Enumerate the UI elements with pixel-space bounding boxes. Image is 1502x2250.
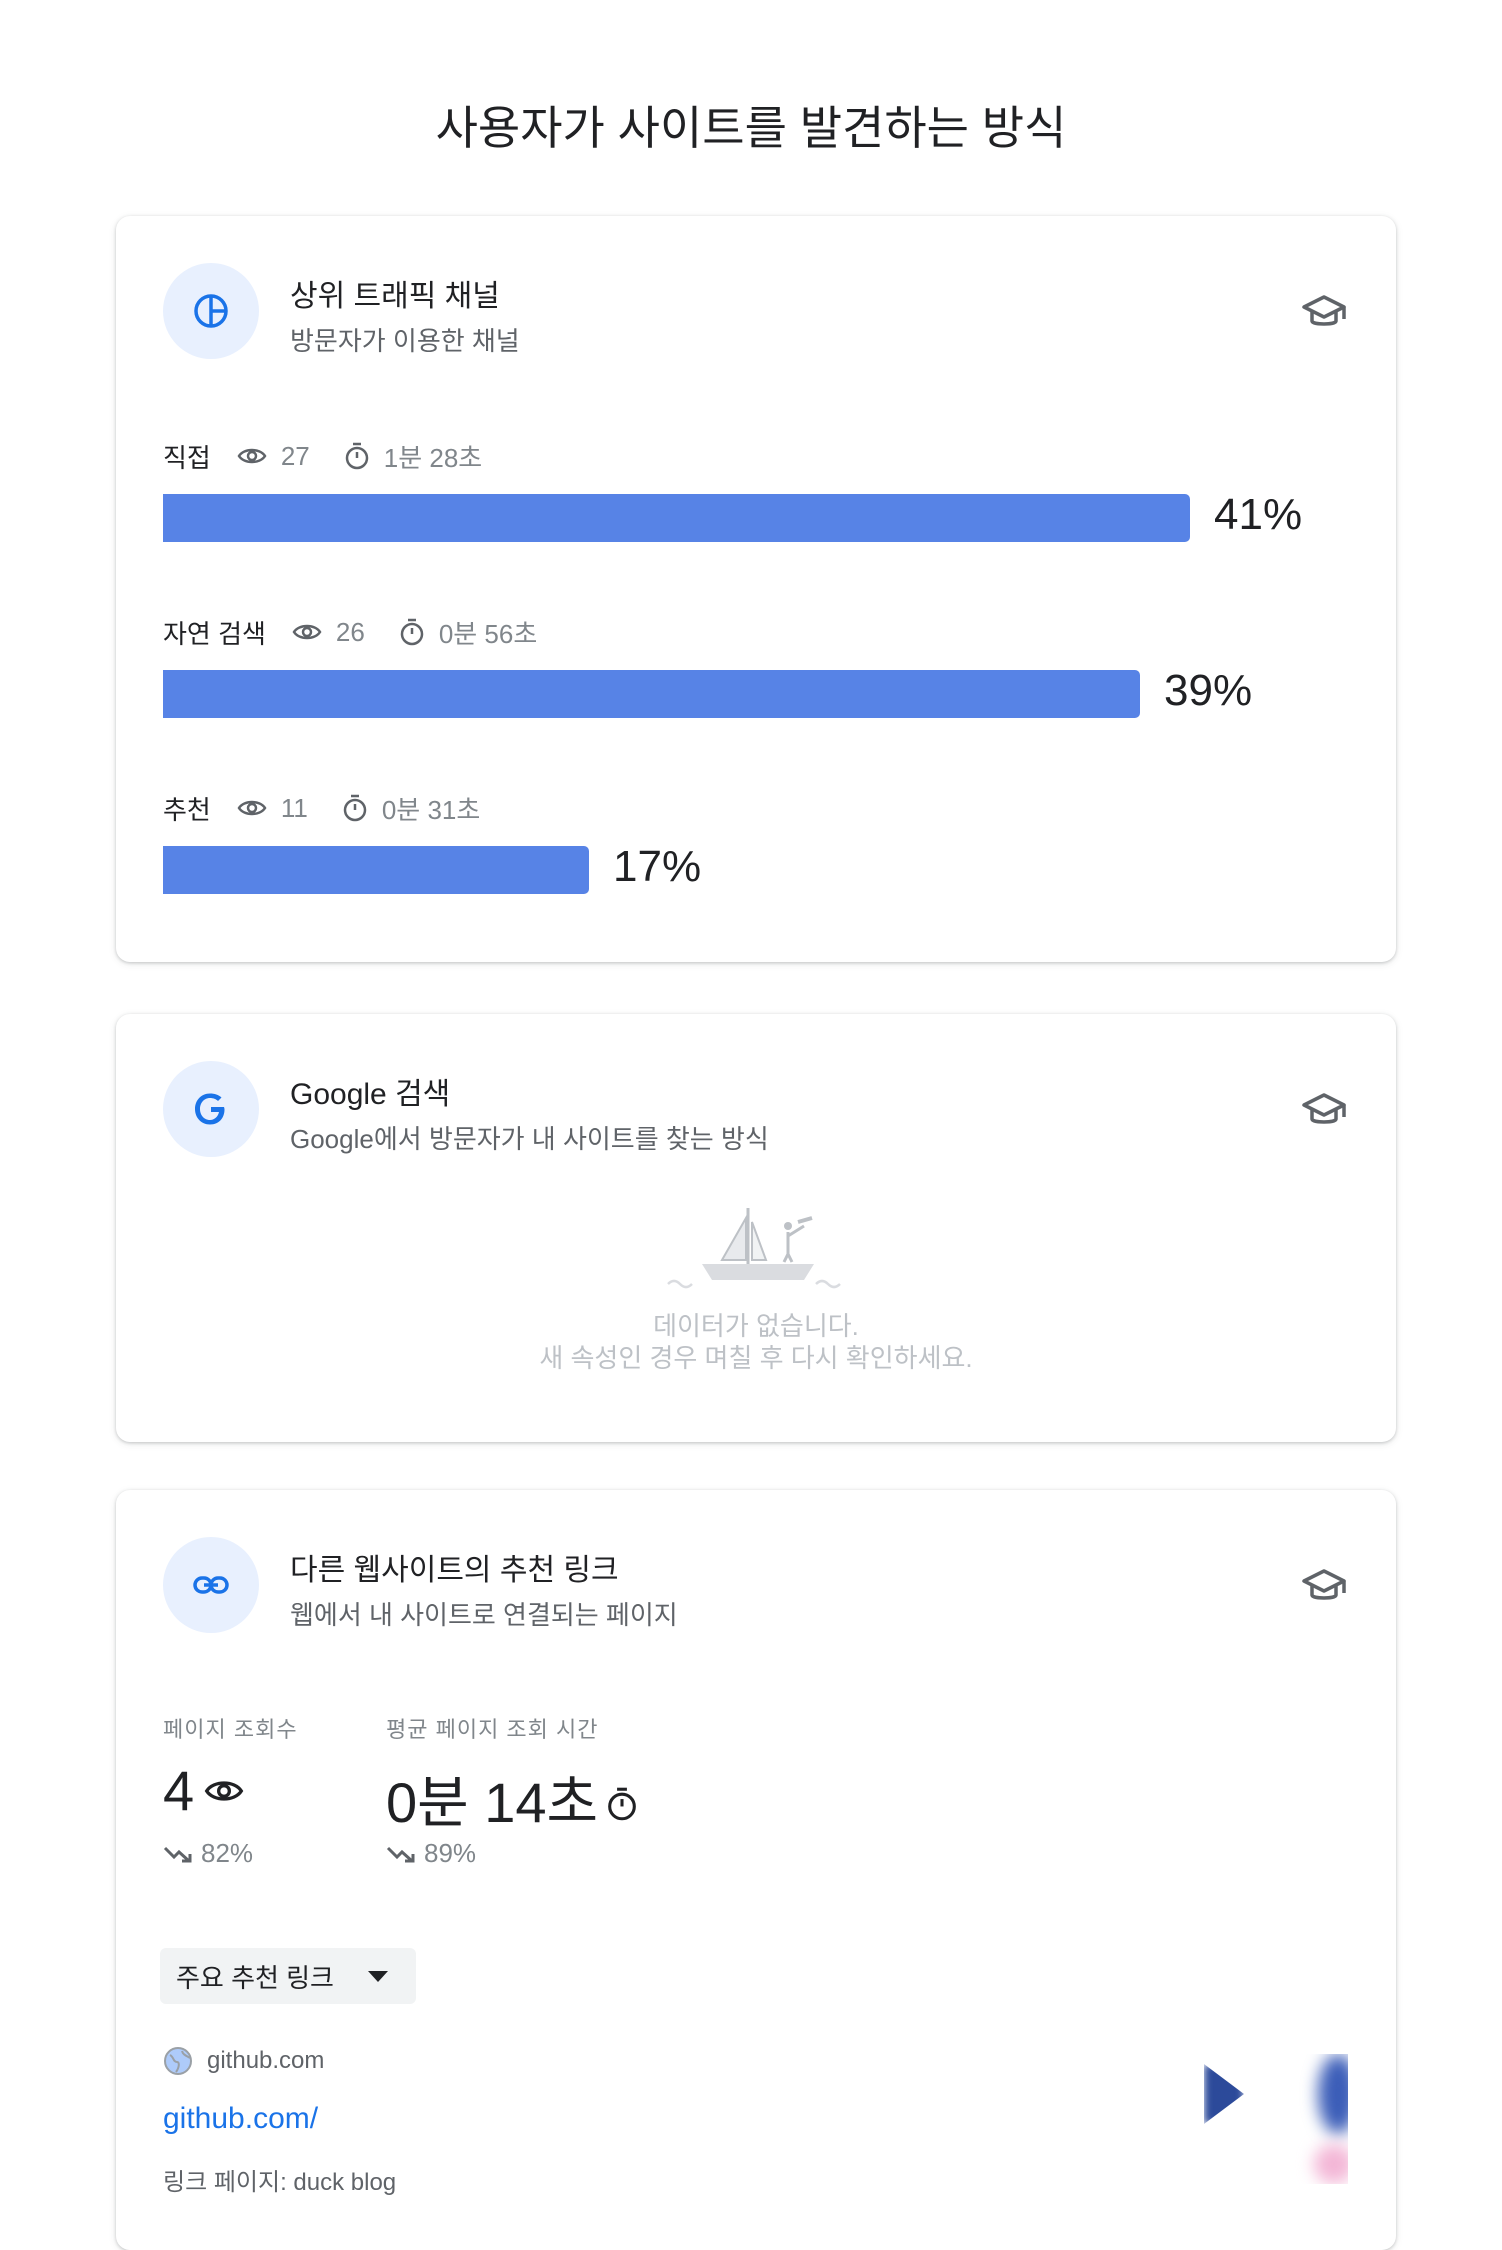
link-icon: [163, 1537, 259, 1633]
views-count: 26: [335, 616, 365, 647]
card-title: 상위 트래픽 채널: [290, 280, 500, 313]
card-header: 다른 웹사이트의 추천 링크 웹에서 내 사이트로 연결되는 페이지: [163, 1537, 1356, 1633]
traffic-channels-card: 상위 트래픽 채널 방문자가 이용한 채널 직접 27 1분 28초 41% 자…: [116, 216, 1396, 962]
channel-bar-fill: [163, 670, 1140, 718]
stopwatch-icon: [345, 442, 369, 470]
card-subtitle: Google에서 방문자가 내 사이트를 찾는 방식: [290, 1124, 769, 1154]
empty-state-message: 데이터가 없습니다. 새 속성인 경우 며칠 후 다시 확인하세요.: [116, 1310, 1396, 1374]
card-subtitle: 웹에서 내 사이트로 연결되는 페이지: [290, 1600, 678, 1630]
views-stat: 11: [237, 793, 308, 824]
card-title: Google 검색: [290, 1078, 451, 1111]
stopwatch-icon: [343, 794, 367, 822]
pie-chart-icon: [163, 263, 259, 359]
pageviews-trend: 82%: [163, 1838, 253, 1869]
graduation-cap-icon[interactable]: [1300, 1087, 1348, 1135]
stopwatch-icon: [608, 1787, 636, 1820]
time-stat: 0분 56초: [399, 614, 537, 651]
channel-referral: 추천 11 0분 31초 17%: [163, 790, 1349, 910]
channel-percent: 41%: [1214, 490, 1303, 539]
globe-icon: [164, 2047, 192, 2075]
channel-name: 자연 검색: [163, 618, 266, 649]
eye-icon: [237, 800, 267, 816]
pageviews-label: 페이지 조회수: [163, 1717, 298, 1742]
dropdown-label: 주요 추천 링크: [176, 1962, 334, 1993]
pageviews-number: 4: [163, 1759, 195, 1822]
channel-bar-fill: [163, 494, 1190, 542]
card-header: Google 검색 Google에서 방문자가 내 사이트를 찾는 방식: [163, 1061, 1356, 1157]
graduation-cap-icon[interactable]: [1300, 289, 1348, 337]
channel-percent: 39%: [1164, 666, 1253, 715]
views-count: 27: [280, 440, 310, 471]
pageviews-trend-value: 82%: [201, 1838, 254, 1868]
views-stat: 27: [237, 441, 310, 472]
empty-state-line: 데이터가 없습니다.: [653, 1311, 859, 1341]
views-count: 11: [280, 792, 308, 823]
trending-down-icon: [386, 1846, 415, 1862]
channel-bar-fill: [163, 846, 589, 894]
channel-stats: 추천 11 0분 31초: [163, 790, 480, 826]
avg-time-value: 0분 14초: [386, 1758, 638, 1839]
eye-icon: [204, 1780, 244, 1801]
empty-state-hint: 새 속성인 경우 며칠 후 다시 확인하세요.: [539, 1343, 973, 1373]
stopwatch-icon: [400, 618, 424, 646]
referral-links-card: 다른 웹사이트의 추천 링크 웹에서 내 사이트로 연결되는 페이지 페이지 조…: [116, 1490, 1396, 2250]
channel-stats: 직접 27 1분 28초: [163, 438, 482, 474]
avg-time-trend-value: 89%: [424, 1838, 477, 1868]
channel-direct: 직접 27 1분 28초 41%: [163, 438, 1349, 558]
top-referrals-dropdown[interactable]: 주요 추천 링크: [160, 1948, 416, 2004]
time-stat: 1분 28초: [344, 438, 482, 475]
referral-domain: github.com: [163, 2046, 324, 2076]
eye-icon: [237, 448, 267, 464]
trending-down-icon: [163, 1846, 192, 1862]
channel-percent: 17%: [613, 842, 702, 891]
page-title: 사용자가 사이트를 발견하는 방식: [435, 102, 1067, 154]
avg-time: 0분 56초: [438, 618, 538, 649]
google-search-card: Google 검색 Google에서 방문자가 내 사이트를 찾는 방식 데이터…: [116, 1014, 1396, 1442]
channel-name: 추천: [163, 794, 211, 825]
referral-domain-text: github.com: [207, 2047, 325, 2074]
card-title: 다른 웹사이트의 추천 링크: [290, 1554, 619, 1587]
eye-icon: [292, 624, 322, 640]
channel-organic-search: 자연 검색 26 0분 56초 39%: [163, 614, 1349, 734]
sailboat-illustration-icon: [667, 1208, 841, 1289]
views-stat: 26: [292, 617, 365, 648]
avg-time: 1분 28초: [383, 442, 483, 473]
avg-time-label: 평균 페이지 조회 시간: [386, 1717, 599, 1742]
avg-time: 0분 31초: [381, 794, 481, 825]
avg-time-trend: 89%: [386, 1838, 476, 1869]
caret-down-icon: [368, 1971, 388, 1982]
avg-time-number: 0분 14초: [386, 1771, 599, 1834]
card-header: 상위 트래픽 채널 방문자가 이용한 채널: [163, 263, 1356, 359]
channel-bar: [163, 670, 1223, 718]
channel-stats: 자연 검색 26 0분 56초: [163, 614, 537, 650]
channel-bar: [163, 494, 1223, 542]
google-g-icon: [163, 1061, 259, 1157]
referral-linking-page: 링크 페이지: duck blog: [163, 2169, 397, 2196]
channel-name: 직접: [163, 442, 211, 473]
pageviews-value: 4: [163, 1758, 244, 1823]
time-stat: 0분 31초: [342, 790, 480, 827]
referral-thumbnail: [1204, 2054, 1348, 2184]
graduation-cap-icon[interactable]: [1300, 1563, 1348, 1611]
referral-link[interactable]: github.com/: [163, 2102, 318, 2136]
card-subtitle: 방문자가 이용한 채널: [290, 326, 520, 356]
